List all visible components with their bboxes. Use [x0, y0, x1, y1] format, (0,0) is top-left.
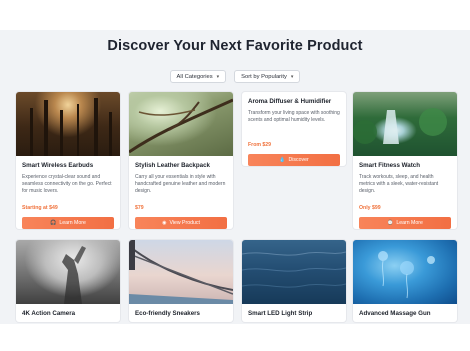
top-bar [0, 0, 470, 30]
category-select-label: All Categories [176, 73, 213, 80]
view-product-button[interactable]: ◉ View Product [135, 217, 227, 229]
page-title: Discover Your Next Favorite Product [107, 38, 363, 54]
product-price: From $29 [248, 142, 272, 148]
product-card: Smart Fitness Watch Track workouts, slee… [353, 92, 457, 229]
product-price: $79 [135, 205, 144, 211]
product-description: Carry all your essentials in style with … [135, 174, 226, 195]
eye-icon: ◉ [162, 220, 167, 226]
drop-icon: 💧 [279, 157, 286, 163]
product-description: Experience crystal-clear sound and seaml… [22, 174, 112, 195]
chevron-down-icon: ▾ [216, 73, 220, 80]
learn-more-button[interactable]: 🎧 Learn More [22, 217, 114, 229]
product-image [16, 240, 120, 304]
product-name: Aroma Diffuser & Humidifier [248, 98, 332, 105]
learn-more-button[interactable]: ⌚ Learn More [359, 217, 451, 229]
filter-bar: All Categories ▾ Sort by Popularity ▾ [0, 70, 470, 83]
product-image [242, 240, 346, 304]
button-label: Discover [288, 157, 309, 163]
product-card: Smart LED Light Strip [242, 240, 346, 322]
product-name: Smart Wireless Earbuds [22, 162, 94, 169]
product-name: Smart Fitness Watch [359, 162, 420, 169]
product-card: 4K Action Camera [16, 240, 120, 322]
product-price: Starting at $49 [22, 205, 58, 211]
product-image [129, 92, 233, 156]
product-card: Eco-friendly Sneakers [129, 240, 233, 322]
discover-button[interactable]: 💧 Discover [248, 154, 340, 166]
product-description: Track workouts, sleep, and health metric… [359, 174, 439, 195]
headphones-icon: 🎧 [50, 220, 57, 226]
product-image [353, 240, 457, 304]
product-card: Aroma Diffuser & Humidifier Transform yo… [242, 92, 346, 166]
product-name: Advanced Massage Gun [359, 310, 431, 317]
product-page: Discover Your Next Favorite Product All … [0, 30, 470, 324]
product-price: Only $99 [359, 205, 381, 211]
product-card: Stylish Leather Backpack Carry all your … [129, 92, 233, 229]
product-name: Stylish Leather Backpack [135, 162, 210, 169]
watch-icon: ⌚ [387, 220, 394, 226]
product-name: 4K Action Camera [22, 310, 76, 317]
sort-select[interactable]: Sort by Popularity ▾ [234, 70, 301, 83]
button-label: Learn More [396, 220, 423, 226]
bottom-bar [0, 324, 470, 351]
product-image [353, 92, 457, 156]
chevron-down-icon: ▾ [290, 73, 294, 80]
product-image [16, 92, 120, 156]
sort-select-label: Sort by Popularity [241, 73, 287, 80]
product-card: Advanced Massage Gun [353, 240, 457, 322]
product-image [129, 240, 233, 304]
product-name: Smart LED Light Strip [248, 310, 313, 317]
button-label: Learn More [59, 220, 86, 226]
product-description: Transform your living space with soothin… [248, 110, 340, 124]
product-name: Eco-friendly Sneakers [135, 310, 200, 317]
category-select[interactable]: All Categories ▾ [169, 70, 227, 83]
button-label: View Product [169, 220, 200, 226]
product-card: Smart Wireless Earbuds Experience crysta… [16, 92, 120, 229]
